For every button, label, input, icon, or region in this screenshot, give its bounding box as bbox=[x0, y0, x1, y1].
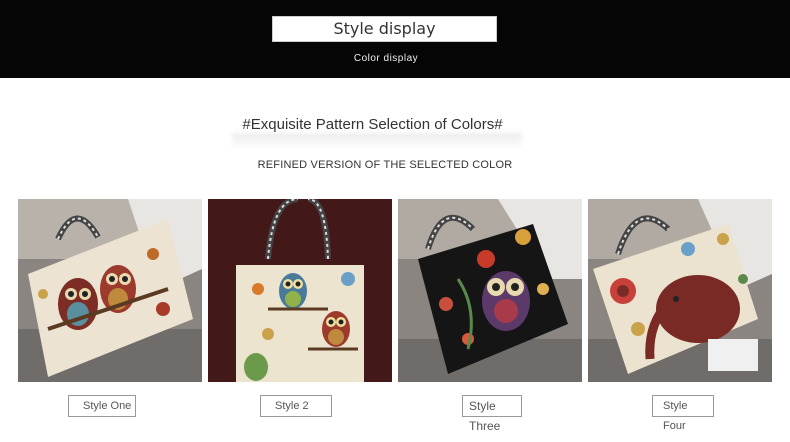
product-image-style-one[interactable] bbox=[18, 199, 202, 382]
header-bar: Style display Color display bbox=[0, 0, 790, 78]
style-label-2[interactable]: Style 2 bbox=[260, 395, 332, 417]
style-display-title: Style display bbox=[272, 16, 497, 42]
section-subheading: REFINED VERSION OF THE SELECTED COLOR bbox=[257, 159, 513, 171]
product-image-style-three[interactable] bbox=[398, 199, 582, 382]
product-image-style-2[interactable] bbox=[208, 199, 392, 382]
style-label-three[interactable]: Style Three bbox=[462, 395, 522, 433]
style-label-four[interactable]: Style Four bbox=[652, 395, 714, 432]
heading-reflection bbox=[232, 133, 522, 149]
style-label-one[interactable]: Style One bbox=[68, 395, 136, 417]
product-image-style-four[interactable] bbox=[588, 199, 772, 382]
color-display-subtitle: Color display bbox=[353, 53, 419, 64]
section-heading: #Exquisite Pattern Selection of Colors# bbox=[242, 116, 503, 133]
